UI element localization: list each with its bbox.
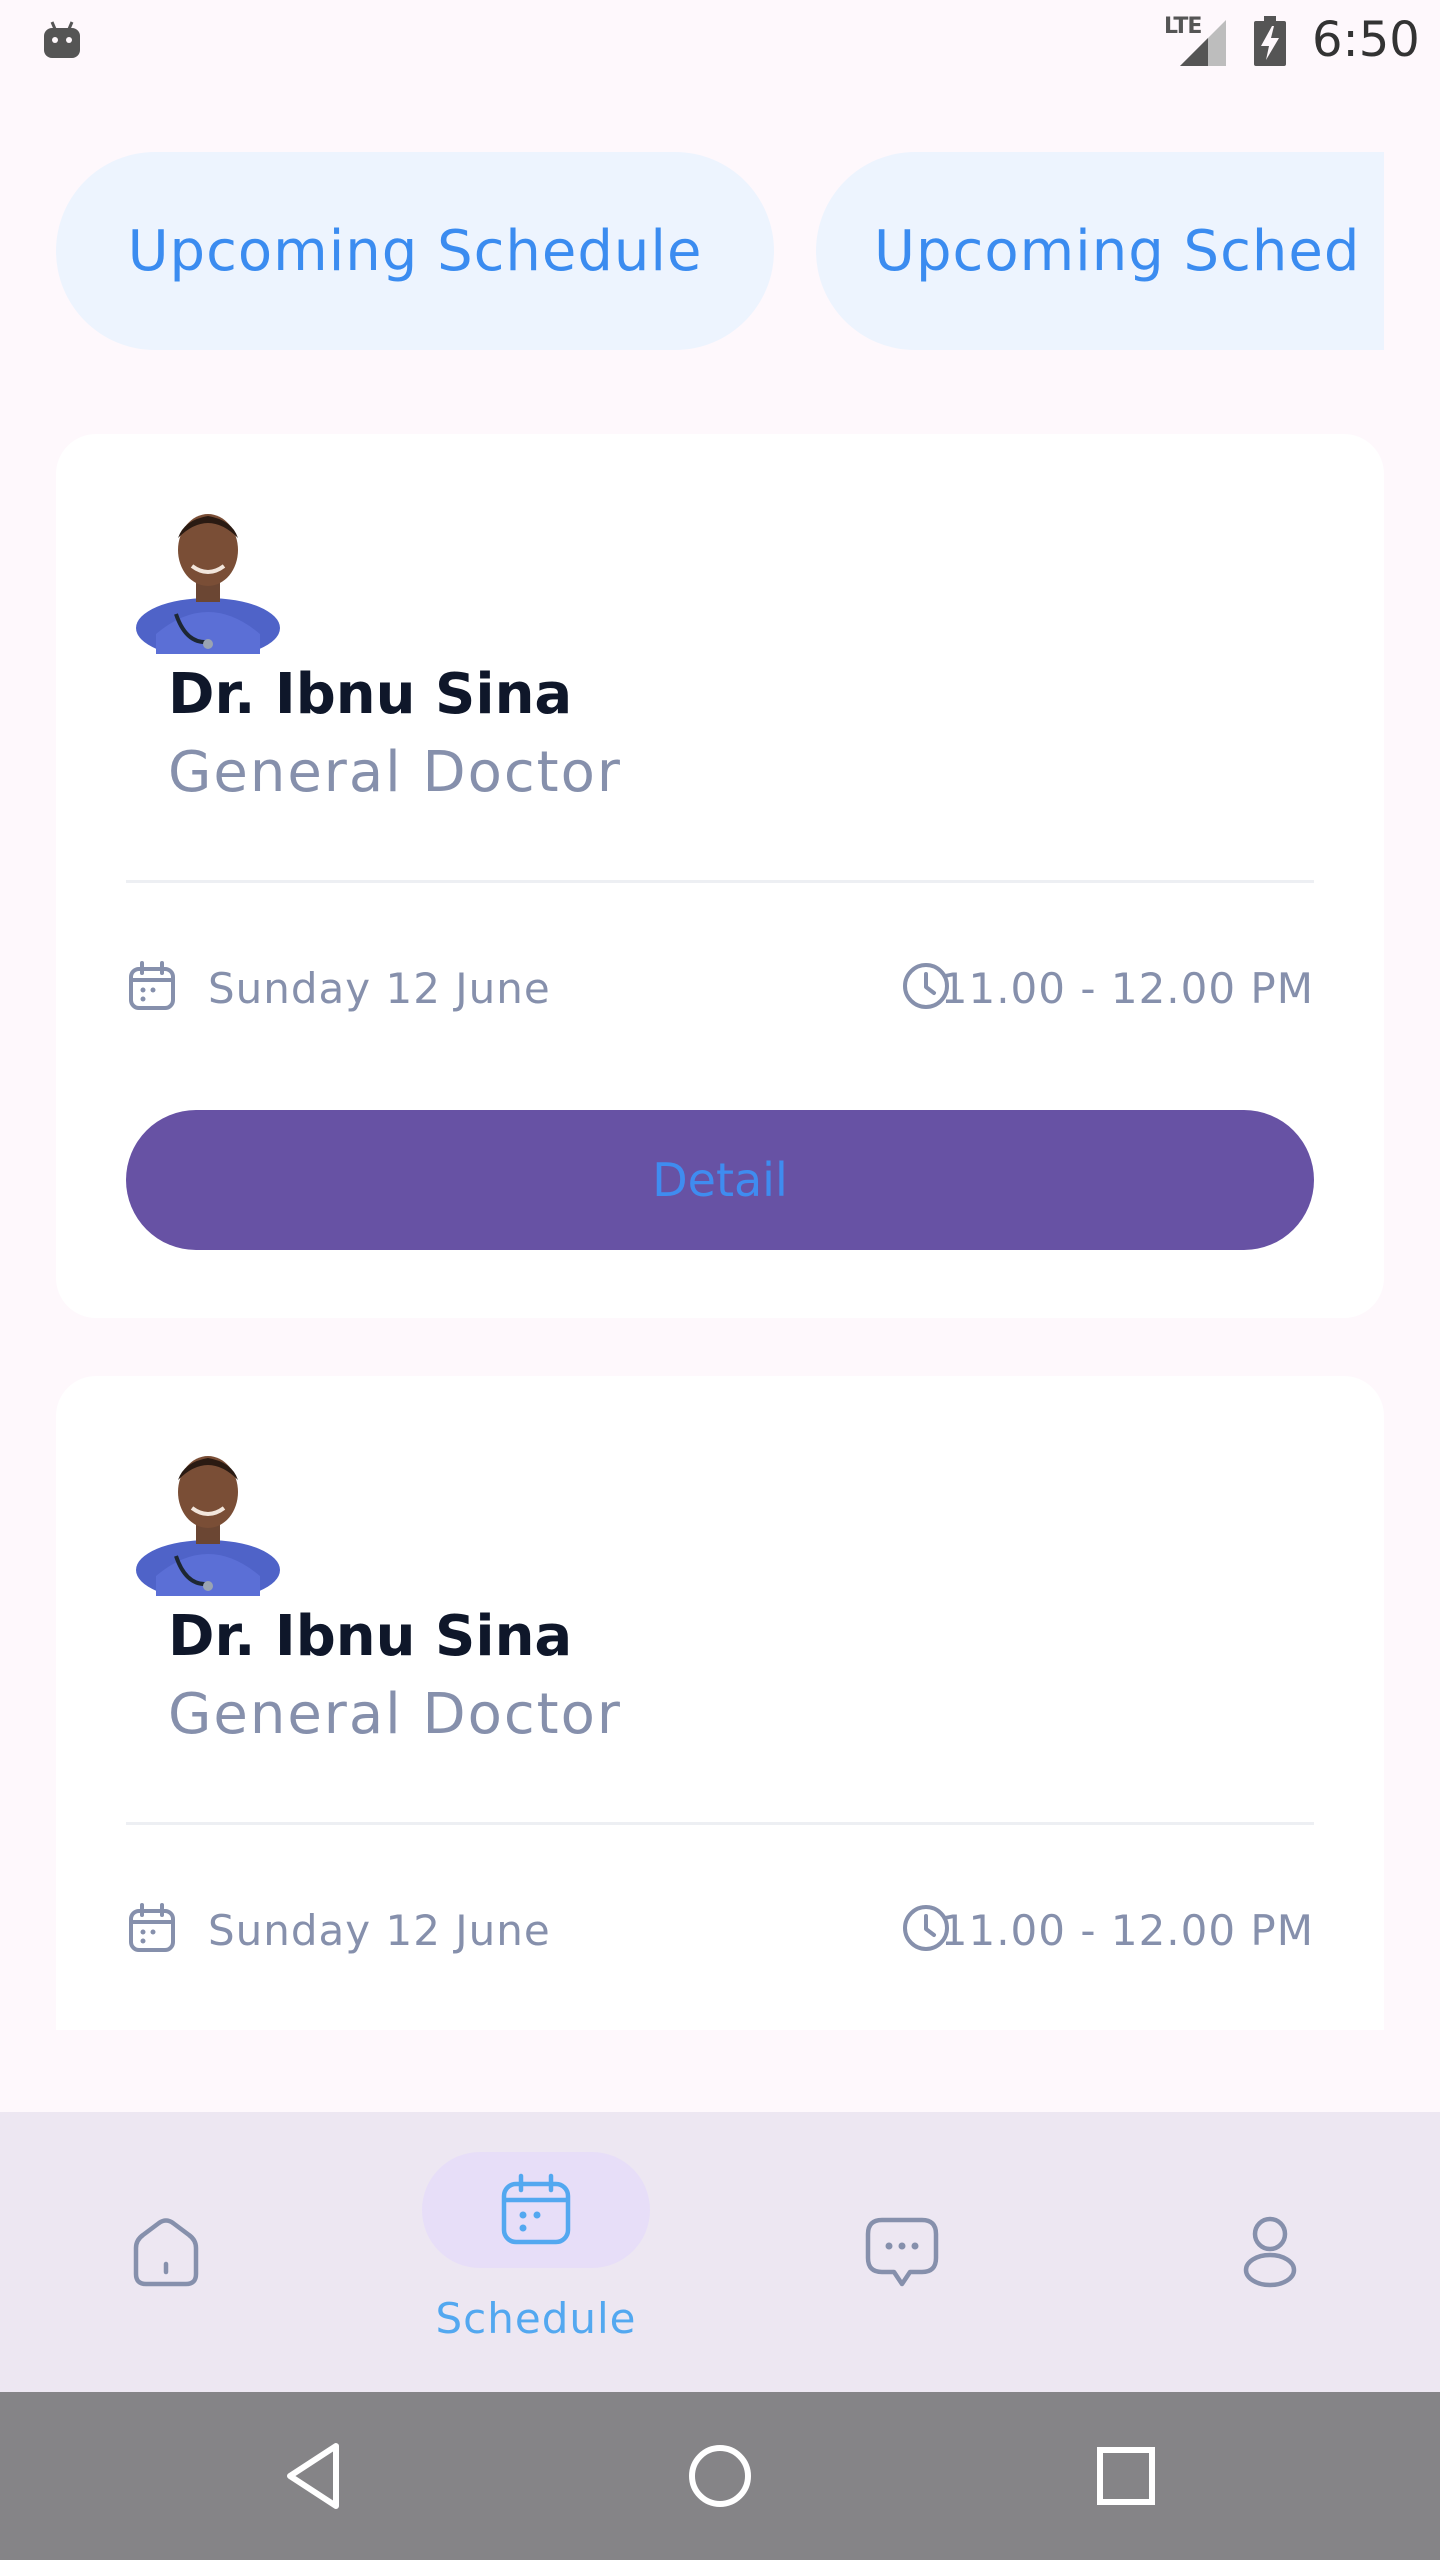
divider bbox=[126, 1822, 1314, 1825]
chat-icon bbox=[865, 2217, 939, 2287]
doctor-avatar bbox=[136, 514, 280, 654]
doctor-avatar bbox=[136, 1456, 280, 1596]
appointment-card: Dr. Ibnu Sina General Doctor Sunday 12 J… bbox=[56, 434, 1384, 1318]
recent-apps-icon[interactable] bbox=[1086, 2436, 1166, 2516]
profile-icon bbox=[1243, 2216, 1297, 2288]
appointment-time: 11.00 - 12.00 PM bbox=[940, 964, 1314, 1013]
home-circle-icon[interactable] bbox=[680, 2436, 760, 2516]
doctor-role: General Doctor bbox=[168, 1682, 622, 1747]
android-debug-icon bbox=[44, 21, 80, 58]
doctor-role: General Doctor bbox=[168, 740, 622, 805]
tab-upcoming-schedule-2[interactable]: Upcoming Sched bbox=[816, 152, 1384, 350]
detail-button[interactable]: Detail bbox=[126, 1110, 1314, 1250]
nav-home[interactable] bbox=[0, 2112, 360, 2392]
calendar-icon bbox=[501, 2173, 571, 2245]
appointment-meta: Sunday 12 June 11.00 - 12.00 PM bbox=[126, 956, 1314, 1016]
battery-charging-icon bbox=[1254, 16, 1286, 66]
doctor-name: Dr. Ibnu Sina bbox=[168, 1604, 573, 1669]
appointment-card: Dr. Ibnu Sina General Doctor Sunday 12 J… bbox=[56, 1376, 1384, 2030]
calendar-icon bbox=[129, 1903, 175, 1952]
divider bbox=[126, 880, 1314, 883]
tab-label: Upcoming Schedule bbox=[127, 218, 703, 284]
nav-label: Schedule bbox=[435, 2294, 637, 2343]
home-icon bbox=[133, 2218, 199, 2287]
nav-profile[interactable] bbox=[1080, 2112, 1440, 2392]
signal-icon bbox=[1180, 20, 1226, 66]
appointment-time: 11.00 - 12.00 PM bbox=[940, 1906, 1314, 1955]
system-nav-bar bbox=[0, 2392, 1440, 2560]
appointment-date: Sunday 12 June bbox=[208, 1906, 551, 1955]
bottom-nav: Schedule bbox=[0, 2112, 1440, 2392]
nav-schedule[interactable]: Schedule bbox=[356, 2112, 716, 2392]
status-time: 6:50 bbox=[1312, 12, 1420, 68]
appointment-meta: Sunday 12 June 11.00 - 12.00 PM bbox=[126, 1898, 1314, 1958]
back-icon[interactable] bbox=[276, 2436, 356, 2516]
tab-upcoming-schedule[interactable]: Upcoming Schedule bbox=[56, 152, 774, 350]
doctor-name: Dr. Ibnu Sina bbox=[168, 662, 573, 727]
appointment-date: Sunday 12 June bbox=[208, 964, 551, 1013]
schedule-tabs: Upcoming Schedule Upcoming Sched bbox=[0, 152, 1384, 352]
tab-label: Upcoming Sched bbox=[874, 218, 1361, 284]
nav-chat[interactable] bbox=[720, 2112, 1080, 2392]
status-bar: LTE 6:50 bbox=[0, 0, 1440, 84]
calendar-icon bbox=[129, 961, 175, 1010]
